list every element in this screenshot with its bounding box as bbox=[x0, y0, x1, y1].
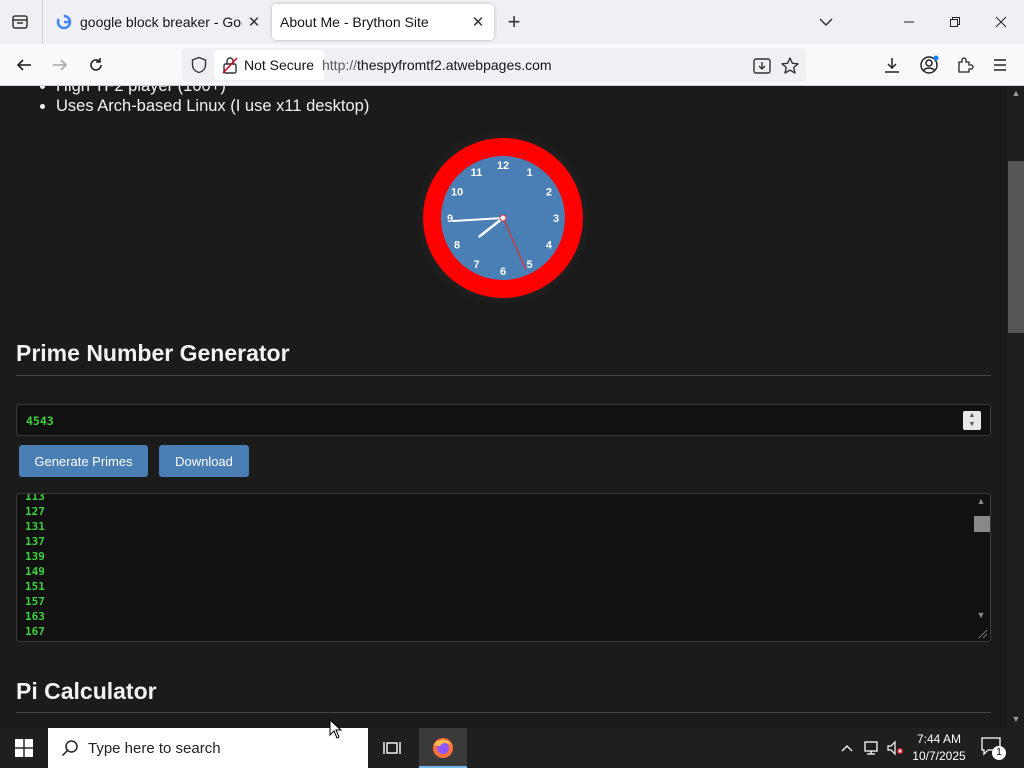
clock-number: 6 bbox=[500, 266, 506, 278]
analog-clock: 121234567891011 bbox=[415, 130, 591, 306]
clock-number: 8 bbox=[454, 240, 460, 252]
insecure-lock-icon bbox=[222, 56, 238, 74]
downloads-icon[interactable] bbox=[880, 53, 904, 77]
pi-calculator-heading: Pi Calculator bbox=[16, 678, 157, 704]
prime-limit-input[interactable]: 4543 ▲ ▼ bbox=[16, 404, 991, 436]
minimize-icon[interactable] bbox=[886, 0, 932, 44]
divider bbox=[16, 712, 991, 713]
textarea-scrollbar[interactable]: ▲ ▼ bbox=[972, 494, 990, 641]
scrollbar-thumb[interactable] bbox=[974, 516, 990, 532]
close-tab-icon[interactable]: ✕ bbox=[466, 10, 490, 34]
output-line: 163 bbox=[25, 610, 45, 623]
windows-start-icon[interactable] bbox=[0, 728, 48, 768]
clock-number: 11 bbox=[471, 167, 483, 179]
page-scrollbar[interactable]: ▲ ▼ bbox=[1007, 86, 1024, 728]
generate-primes-button[interactable]: Generate Primes bbox=[19, 445, 148, 477]
extensions-puzzle-icon[interactable] bbox=[953, 53, 977, 77]
search-placeholder: Type here to search bbox=[88, 739, 221, 757]
new-tab-icon[interactable]: + bbox=[502, 10, 526, 34]
divider bbox=[16, 375, 991, 376]
tab-list-icon[interactable] bbox=[8, 10, 32, 34]
restore-icon[interactable] bbox=[932, 0, 978, 44]
clock-number: 4 bbox=[546, 240, 553, 252]
output-line: 137 bbox=[25, 535, 45, 548]
url-text: http://thespyfromtf2.atwebpages.com bbox=[322, 57, 552, 73]
reload-icon[interactable] bbox=[84, 53, 108, 77]
primes-output-lines: 113 127 131 137 139 149 151 157 163 167 … bbox=[25, 493, 45, 641]
list-item: Uses Arch-based Linux (I use x11 desktop… bbox=[56, 96, 369, 116]
task-view-icon[interactable] bbox=[368, 728, 416, 768]
prime-limit-value: 4543 bbox=[26, 414, 54, 428]
taskbar-time: 7:44 AM bbox=[916, 732, 962, 746]
number-spinner[interactable]: ▲ ▼ bbox=[963, 411, 981, 430]
network-icon[interactable] bbox=[860, 728, 882, 768]
taskbar-search-box[interactable]: Type here to search bbox=[48, 728, 368, 768]
forward-arrow-icon[interactable] bbox=[48, 53, 72, 77]
prime-generator-heading: Prime Number Generator bbox=[16, 340, 290, 366]
tab-about-me[interactable]: About Me - Brython Site ✕ bbox=[272, 4, 494, 40]
account-icon[interactable] bbox=[917, 53, 941, 77]
url-prefix: http:// bbox=[322, 57, 358, 73]
output-line: 151 bbox=[25, 580, 45, 593]
windows-taskbar: Type here to search 7:44 AM 10/7/2025 1 bbox=[0, 728, 1024, 768]
clock-number: 12 bbox=[497, 160, 509, 172]
navigation-toolbar: Not Secure http://thespyfromtf2.atwebpag… bbox=[0, 44, 1024, 86]
output-line: 167 bbox=[25, 625, 45, 638]
close-window-icon[interactable] bbox=[978, 0, 1024, 44]
bookmark-star-icon[interactable] bbox=[780, 56, 800, 76]
page-content: High TF2 player (100+) Uses Arch-based L… bbox=[0, 86, 1007, 728]
scroll-up-icon[interactable]: ▲ bbox=[976, 496, 986, 506]
taskbar-date: 10/7/2025 bbox=[912, 749, 966, 763]
download-button[interactable]: Download bbox=[159, 445, 249, 477]
tab-google-search[interactable]: google block breaker - Google ✕ bbox=[44, 0, 270, 44]
reader-download-icon[interactable] bbox=[752, 56, 772, 76]
tab-bar: google block breaker - Google ✕ About Me… bbox=[0, 0, 1024, 44]
output-line: 113 bbox=[25, 493, 45, 503]
back-arrow-icon[interactable] bbox=[12, 53, 36, 77]
firefox-taskbar-icon[interactable] bbox=[419, 728, 467, 768]
clock-number: 3 bbox=[553, 213, 559, 225]
scroll-down-icon[interactable]: ▼ bbox=[976, 610, 986, 620]
output-line: 157 bbox=[25, 595, 45, 608]
clock-number: 10 bbox=[451, 187, 463, 199]
address-bar[interactable]: Not Secure http://thespyfromtf2.atwebpag… bbox=[182, 48, 806, 82]
security-label: Not Secure bbox=[244, 57, 315, 73]
scrollbar-thumb[interactable] bbox=[1008, 161, 1024, 333]
tab-title: google block breaker - Google bbox=[80, 14, 242, 30]
output-line: 131 bbox=[25, 520, 45, 533]
primes-output-textarea[interactable]: 113 127 131 137 139 149 151 157 163 167 … bbox=[16, 493, 991, 642]
tab-title: About Me - Brython Site bbox=[280, 14, 429, 30]
clock-number: 5 bbox=[526, 259, 532, 271]
taskbar-clock[interactable]: 7:44 AM 10/7/2025 bbox=[906, 731, 972, 765]
google-icon bbox=[56, 14, 72, 30]
tracking-protection-shield-icon[interactable] bbox=[190, 56, 208, 74]
list-item: High TF2 player (100+) bbox=[56, 86, 369, 96]
scroll-up-icon[interactable]: ▲ bbox=[1011, 88, 1021, 98]
output-line: 127 bbox=[25, 505, 45, 518]
about-list: High TF2 player (100+) Uses Arch-based L… bbox=[38, 86, 369, 116]
output-line: 149 bbox=[25, 565, 45, 578]
close-tab-icon[interactable]: ✕ bbox=[242, 10, 266, 34]
volume-muted-icon[interactable] bbox=[884, 728, 906, 768]
scroll-down-icon[interactable]: ▼ bbox=[1011, 714, 1021, 724]
output-line: 173 bbox=[25, 639, 45, 641]
clock-center bbox=[499, 214, 507, 222]
action-center-icon[interactable]: 1 bbox=[980, 736, 1006, 760]
search-icon bbox=[60, 738, 80, 758]
tab-separator bbox=[42, 0, 43, 44]
clock-number: 7 bbox=[473, 259, 479, 271]
show-hidden-icons-chevron-icon[interactable] bbox=[837, 728, 857, 768]
resize-grip-icon[interactable] bbox=[978, 629, 988, 639]
url-domain: thespyfromtf2.atwebpages.com bbox=[357, 57, 552, 73]
list-all-tabs-icon[interactable] bbox=[814, 12, 838, 32]
clock-number: 1 bbox=[526, 167, 532, 179]
clock-number: 9 bbox=[447, 213, 453, 225]
mouse-cursor-icon bbox=[329, 719, 343, 739]
menu-hamburger-icon[interactable] bbox=[988, 53, 1012, 77]
notification-count-badge: 1 bbox=[992, 746, 1006, 760]
site-security-button[interactable]: Not Secure bbox=[214, 50, 325, 80]
clock-number: 2 bbox=[546, 187, 552, 199]
output-line: 139 bbox=[25, 550, 45, 563]
